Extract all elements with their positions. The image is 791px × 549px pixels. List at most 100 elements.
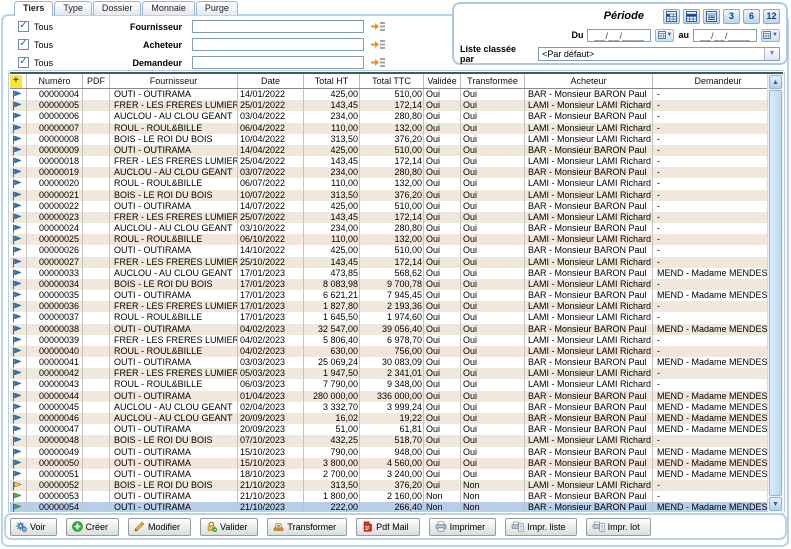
table-row[interactable]: 00000037ROUL - ROUL&BILLE17/01/20231 645…	[10, 312, 767, 323]
table-row[interactable]: 00000041OUTI - OUTIRAMA03/03/202325 069,…	[10, 357, 767, 368]
table-row[interactable]: 00000005FRER - LES FRERES LUMIERES25/01/…	[10, 100, 767, 111]
creer-button[interactable]: Créer	[66, 518, 120, 536]
voir-button[interactable]: Voir	[10, 518, 57, 536]
date-to-calendar-icon[interactable]: ▼	[761, 29, 780, 42]
sort-dropdown[interactable]: <Par défaut> ▼	[538, 47, 780, 61]
table-row[interactable]: 00000018FRER - LES FRERES LUMIERES25/04/…	[10, 156, 767, 167]
table-row[interactable]: 00000046AUCLOU - AU CLOU GEANT20/09/2023…	[10, 413, 767, 424]
fournisseur-input[interactable]	[192, 20, 364, 33]
table-row[interactable]: 00000050OUTI - OUTIRAMA15/10/20233 800,0…	[10, 458, 767, 469]
table-row[interactable]: 00000043ROUL - ROUL&BILLE06/03/20237 790…	[10, 379, 767, 390]
cell-date: 25/01/2022	[238, 100, 304, 111]
table-row[interactable]: 00000038OUTI - OUTIRAMA04/02/202332 547,…	[10, 324, 767, 335]
acheteur-input[interactable]	[192, 38, 364, 51]
column-header-date[interactable]: Date	[238, 74, 304, 88]
table-row[interactable]: 00000048BOIS - LE ROI DU BOIS07/10/20234…	[10, 435, 767, 446]
vertical-scrollbar[interactable]: ▲ ▼	[767, 74, 783, 512]
table-row[interactable]: 00000036FRER - LES FRERES LUMIERES17/01/…	[10, 301, 767, 312]
cell-numero: 00000047	[27, 424, 83, 435]
customize-columns-button[interactable]: +	[10, 74, 27, 88]
tab-purge[interactable]: Purge	[196, 1, 238, 15]
table-row[interactable]: 00000047OUTI - OUTIRAMA20/09/202351,0061…	[10, 424, 767, 435]
tous-fournisseur-checkbox[interactable]: ✓	[18, 21, 29, 32]
modifier-button[interactable]: Modifier	[128, 518, 191, 536]
periode-6-months-button[interactable]: 6	[743, 9, 760, 24]
table-row[interactable]: 00000035OUTI - OUTIRAMA17/01/20236 621,2…	[10, 290, 767, 301]
column-header-pdf[interactable]: PDF	[83, 74, 110, 88]
periode-12-months-button[interactable]: 12	[763, 9, 780, 24]
table-row[interactable]: 00000025ROUL - ROUL&BILLE06/10/2022110,0…	[10, 234, 767, 245]
row-flag-icon	[10, 279, 27, 290]
demandeur-input[interactable]	[192, 56, 364, 69]
transformer-button[interactable]: Transformer	[267, 518, 347, 536]
calendar-week-icon[interactable]	[683, 9, 700, 24]
calendar-list-icon[interactable]	[703, 9, 720, 24]
column-header-total-ht[interactable]: Total HT	[304, 74, 360, 88]
scroll-down-icon[interactable]: ▼	[769, 497, 782, 511]
column-header-acheteur[interactable]: Acheteur	[525, 74, 653, 88]
table-row[interactable]: 00000026OUTI - OUTIRAMA14/10/2022425,005…	[10, 245, 767, 256]
transform-icon	[273, 521, 284, 532]
table-row[interactable]: 00000007ROUL - ROUL&BILLE06/04/2022110,0…	[10, 123, 767, 134]
table-row[interactable]: 00000020ROUL - ROUL&BILLE06/07/2022110,0…	[10, 178, 767, 189]
cell-transformee: Non	[461, 491, 525, 502]
date-to-input[interactable]: __/__/____	[693, 29, 757, 42]
tous-acheteur-checkbox[interactable]: ✓	[18, 39, 29, 50]
cell-pdf	[83, 424, 110, 435]
calendar-month-icon[interactable]	[663, 9, 680, 24]
tab-dossier[interactable]: Dossier	[93, 1, 142, 15]
table-row[interactable]: 00000027FRER - LES FRERES LUMIERES25/10/…	[10, 257, 767, 268]
tab-type[interactable]: Type	[54, 1, 92, 15]
column-header-demandeur[interactable]: Demandeur	[653, 74, 783, 88]
table-row[interactable]: 00000045AUCLOU - AU CLOU GEANT02/04/2023…	[10, 402, 767, 413]
impr-liste-button[interactable]: Impr. liste	[505, 518, 577, 536]
cell-total-ttc: 280,80	[360, 223, 424, 234]
table-row[interactable]: 00000052BOIS - LE ROI DU BOIS21/10/20233…	[10, 480, 767, 491]
table-row[interactable]: 00000053OUTI - OUTIRAMA21/10/20231 800,0…	[10, 491, 767, 502]
imprimer-button[interactable]: Imprimer	[429, 518, 497, 536]
tab-tiers[interactable]: Tiers	[14, 1, 53, 16]
pick-demandeur-icon[interactable]	[371, 57, 385, 68]
table-row[interactable]: 00000049OUTI - OUTIRAMA15/10/2023790,009…	[10, 447, 767, 458]
pick-fournisseur-icon[interactable]	[371, 21, 385, 32]
impr-lot-button[interactable]: Impr. lot	[586, 518, 651, 536]
column-header-fournisseur[interactable]: Fournisseur	[110, 74, 238, 88]
table-row[interactable]: 00000008BOIS - LE ROI DU BOIS10/04/20223…	[10, 134, 767, 145]
column-header-validee[interactable]: Validée	[424, 74, 461, 88]
scroll-up-icon[interactable]: ▲	[769, 75, 782, 89]
table-row[interactable]: 00000023FRER - LES FRERES LUMIERES25/07/…	[10, 212, 767, 223]
valider-button[interactable]: Valider	[200, 518, 258, 536]
date-from-calendar-icon[interactable]: ▼	[655, 29, 674, 42]
table-row[interactable]: 00000039FRER - LES FRERES LUMIERES04/02/…	[10, 335, 767, 346]
table-row[interactable]: 00000042FRER - LES FRERES LUMIERES05/03/…	[10, 368, 767, 379]
column-header-numero[interactable]: Numéro	[27, 74, 83, 88]
table-row[interactable]: 00000019AUCLOU - AU CLOU GEANT03/07/2022…	[10, 167, 767, 178]
tab-monnaie[interactable]: Monnaie	[142, 1, 195, 15]
cell-total-ht: 32 547,00	[304, 324, 360, 335]
cell-demandeur: MEND - Madame MENDES	[653, 447, 767, 458]
table-row[interactable]: 00000033AUCLOU - AU CLOU GEANT17/01/2023…	[10, 268, 767, 279]
table-row[interactable]: 00000021BOIS - LE ROI DU BOIS10/07/20223…	[10, 190, 767, 201]
table-row[interactable]: 00000044OUTI - OUTIRAMA01/04/2023280 000…	[10, 391, 767, 402]
table-row[interactable]: 00000009OUTI - OUTIRAMA14/04/2022425,005…	[10, 145, 767, 156]
table-row[interactable]: 00000006AUCLOU - AU CLOU GEANT03/04/2022…	[10, 111, 767, 122]
pdf-icon	[362, 521, 373, 532]
scrollbar-thumb[interactable]	[769, 90, 782, 496]
table-row[interactable]: 00000004OUTI - OUTIRAMA14/01/2022425,005…	[10, 89, 767, 100]
cell-demandeur: MEND - Madame MENDES	[653, 357, 767, 368]
tous-demandeur-checkbox[interactable]: ✓	[18, 57, 29, 68]
periode-3-months-button[interactable]: 3	[723, 9, 740, 24]
table-row[interactable]: 00000040ROUL - ROUL&BILLE04/02/2023630,0…	[10, 346, 767, 357]
table-row[interactable]: 00000054OUTI - OUTIRAMA21/10/2023222,002…	[10, 502, 767, 512]
table-row[interactable]: 00000022OUTI - OUTIRAMA14/07/2022425,005…	[10, 201, 767, 212]
pdf-mail-button[interactable]: Pdf Mail	[356, 518, 420, 536]
pick-acheteur-icon[interactable]	[371, 39, 385, 50]
table-row[interactable]: 00000024AUCLOU - AU CLOU GEANT03/10/2022…	[10, 223, 767, 234]
chevron-down-icon[interactable]: ▼	[764, 48, 779, 60]
cell-total-ttc: 280,80	[360, 111, 424, 122]
date-from-input[interactable]: __/__/____	[587, 29, 651, 42]
table-row[interactable]: 00000051OUTI - OUTIRAMA18/10/20232 700,0…	[10, 469, 767, 480]
column-header-total-ttc[interactable]: Total TTC	[360, 74, 424, 88]
table-row[interactable]: 00000034BOIS - LE ROI DU BOIS17/01/20238…	[10, 279, 767, 290]
column-header-transformee[interactable]: Transformée	[461, 74, 525, 88]
